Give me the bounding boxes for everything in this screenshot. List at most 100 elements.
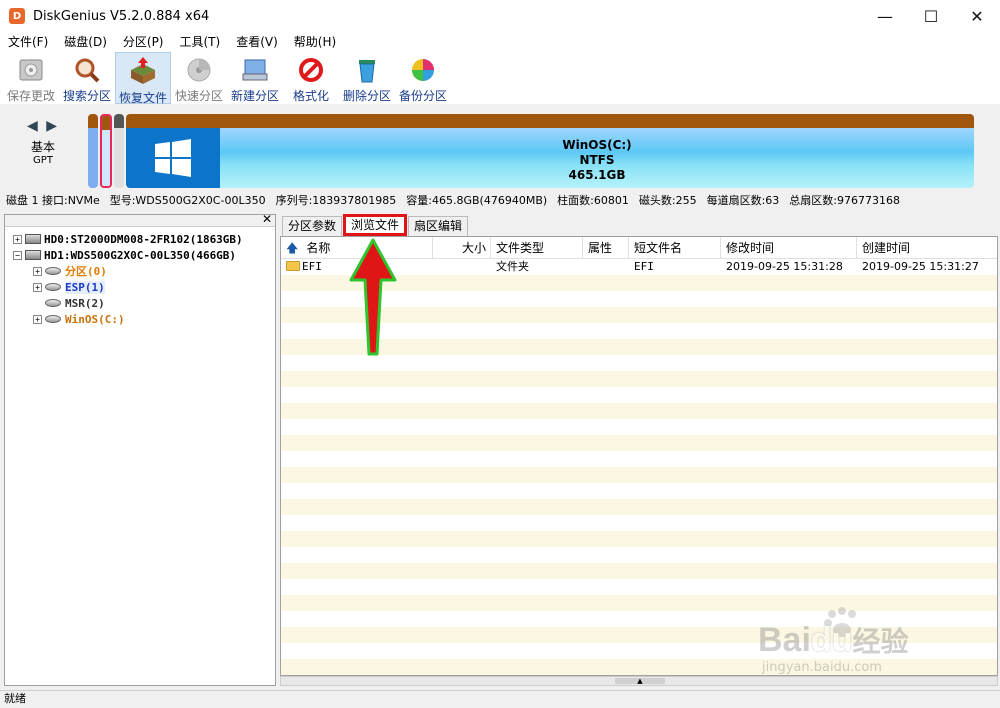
trash-icon: [352, 55, 382, 84]
watermark-url: jingyan.baidu.com: [762, 660, 882, 675]
minimize-button[interactable]: —: [862, 0, 908, 32]
save-changes-button[interactable]: 保存更改: [3, 52, 59, 104]
disk-heads: 磁头数:255: [638, 194, 697, 207]
collapse-icon[interactable]: −: [13, 250, 22, 260]
tree-item-esp[interactable]: + ESP(1): [5, 279, 275, 295]
msr-partition-block[interactable]: [100, 114, 112, 188]
hard-disk-icon: [25, 250, 41, 260]
magnifier-icon: [72, 55, 102, 84]
disk-nav: ◀ ▶ 基本 GPT: [0, 118, 86, 178]
app-icon: D: [9, 8, 25, 24]
cell-size: [433, 259, 491, 275]
column-short-name[interactable]: 短文件名: [629, 237, 721, 258]
partition-icon: [45, 267, 61, 275]
expand-icon[interactable]: +: [13, 234, 22, 244]
menu-help[interactable]: 帮助(H): [286, 32, 344, 52]
column-modified[interactable]: 修改时间: [721, 237, 857, 258]
tree-header: ✕: [5, 212, 275, 227]
cell-modified: 2019-09-25 15:31:28: [726, 260, 843, 273]
disk-sectors-per-track: 每道扇区数:63: [706, 194, 780, 207]
menu-view[interactable]: 查看(V): [228, 32, 286, 52]
diskgenius-window: D DiskGenius V5.2.0.884 x64 — ☐ ✕ 文件(F) …: [0, 0, 1000, 708]
folder-icon: [286, 261, 300, 271]
save-icon: [16, 55, 46, 84]
tree-item-label: HD1:WDS500G2X0C-00L350(466GB): [44, 248, 237, 262]
menu-file[interactable]: 文件(F): [0, 32, 56, 52]
menu-disk[interactable]: 磁盘(D): [56, 32, 115, 52]
status-bar: 就绪: [0, 690, 1000, 708]
quick-partition-button[interactable]: 快速分区: [171, 52, 227, 104]
disk-capacity: 容量:465.8GB(476940MB): [406, 194, 548, 207]
backup-partition-button[interactable]: 备份分区: [395, 52, 451, 104]
tree-item-label: HD0:ST2000DM008-2FR102(1863GB): [44, 232, 243, 246]
up-folder-icon[interactable]: 🡅: [286, 241, 298, 255]
column-attributes[interactable]: 属性: [583, 237, 629, 258]
quick-disk-icon: [184, 55, 214, 84]
tree-item-label: ESP(1): [65, 280, 105, 294]
format-label: 格式化: [292, 89, 329, 103]
disk-nav-arrows[interactable]: ◀ ▶: [0, 118, 86, 134]
title-bar: D DiskGenius V5.2.0.884 x64 — ☐ ✕: [0, 0, 1000, 32]
partition-icon: [45, 315, 61, 323]
delete-partition-label: 删除分区: [342, 89, 391, 103]
expand-icon[interactable]: +: [33, 282, 42, 292]
tree-item-hd0[interactable]: + HD0:ST2000DM008-2FR102(1863GB): [5, 231, 275, 247]
column-type[interactable]: 文件类型: [491, 237, 583, 258]
disk-cylinders: 柱面数:60801: [557, 194, 629, 207]
scroll-thumb[interactable]: ▲: [615, 678, 665, 685]
tab-browse-files[interactable]: 浏览文件: [343, 214, 408, 236]
window-controls: — ☐ ✕: [862, 0, 1000, 32]
new-partition-icon: [240, 55, 270, 84]
watermark-brand: Baidu经验: [758, 621, 909, 659]
close-button[interactable]: ✕: [954, 0, 1000, 32]
disk-map: ◀ ▶ 基本 GPT WinOS(C:) NTFS 465.1GB: [0, 104, 1000, 190]
menu-bar: 文件(F) 磁盘(D) 分区(P) 工具(T) 查看(V) 帮助(H): [0, 32, 1000, 52]
window-title: DiskGenius V5.2.0.884 x64: [33, 8, 210, 24]
tree-item-msr[interactable]: MSR(2): [5, 295, 275, 311]
tab-sector-editor[interactable]: 扇区编辑: [408, 216, 469, 236]
partition-icon: [45, 299, 61, 307]
expand-icon[interactable]: +: [33, 266, 42, 276]
menu-partition[interactable]: 分区(P): [115, 32, 172, 52]
cell-type: 文件夹: [496, 260, 529, 273]
tree-item-label: WinOS(C:): [65, 312, 125, 326]
cell-short-name: EFI: [634, 260, 654, 273]
column-created[interactable]: 创建时间: [857, 237, 997, 258]
maximize-button[interactable]: ☐: [908, 0, 954, 32]
winos-partition-info: WinOS(C:) NTFS 465.1GB: [220, 138, 974, 183]
disk-interface: 磁盘 1 接口:NVMe: [6, 194, 100, 207]
tab-partition-params[interactable]: 分区参数: [282, 216, 343, 236]
column-size[interactable]: 大小: [433, 237, 491, 258]
tree-close-icon[interactable]: ✕: [262, 212, 272, 226]
partition-size: 465.1GB: [568, 168, 626, 182]
tree-item-label: 分区(0): [65, 265, 107, 278]
small-partition-block[interactable]: [114, 114, 124, 188]
search-partition-button[interactable]: 搜索分区: [59, 52, 115, 104]
new-partition-button[interactable]: 新建分区: [227, 52, 283, 104]
recover-box-icon: [128, 56, 158, 86]
tree-item-hd1[interactable]: − HD1:WDS500G2X0C-00L350(466GB): [5, 247, 275, 263]
baidu-watermark: Baidu经验 jingyan.baidu.com: [754, 606, 944, 676]
partition-icon: [45, 283, 61, 291]
tree-item-winos[interactable]: + WinOS(C:): [5, 311, 275, 327]
partition-name: WinOS(C:): [562, 138, 632, 152]
disk-info-row: 磁盘 1 接口:NVMe 型号:WDS500G2X0C-00L350 序列号:1…: [0, 190, 1000, 210]
esp-partition-block[interactable]: [88, 114, 98, 188]
winos-partition-block[interactable]: WinOS(C:) NTFS 465.1GB: [126, 114, 974, 188]
cell-attributes: [583, 259, 629, 275]
recover-files-button[interactable]: 恢复文件: [115, 52, 171, 105]
tab-bar: 分区参数 浏览文件 扇区编辑: [280, 214, 998, 236]
tree-item-partition-0[interactable]: + 分区(0): [5, 263, 275, 279]
windows-logo-icon: [126, 128, 220, 188]
menu-tools[interactable]: 工具(T): [172, 32, 229, 52]
toolbar: 保存更改 搜索分区 恢复文件 快速分区 新建分区 格式化 删除分区 备份分区: [0, 52, 1000, 105]
column-name-label: 名称: [306, 241, 331, 255]
quick-partition-label: 快速分区: [174, 89, 223, 103]
disk-serial: 序列号:183937801985: [275, 194, 397, 207]
format-icon: [296, 55, 326, 84]
expand-icon[interactable]: +: [33, 314, 42, 324]
format-button[interactable]: 格式化: [283, 52, 339, 104]
horizontal-scrollbar[interactable]: ▲: [280, 676, 998, 686]
new-partition-label: 新建分区: [230, 89, 279, 103]
delete-partition-button[interactable]: 删除分区: [339, 52, 395, 104]
